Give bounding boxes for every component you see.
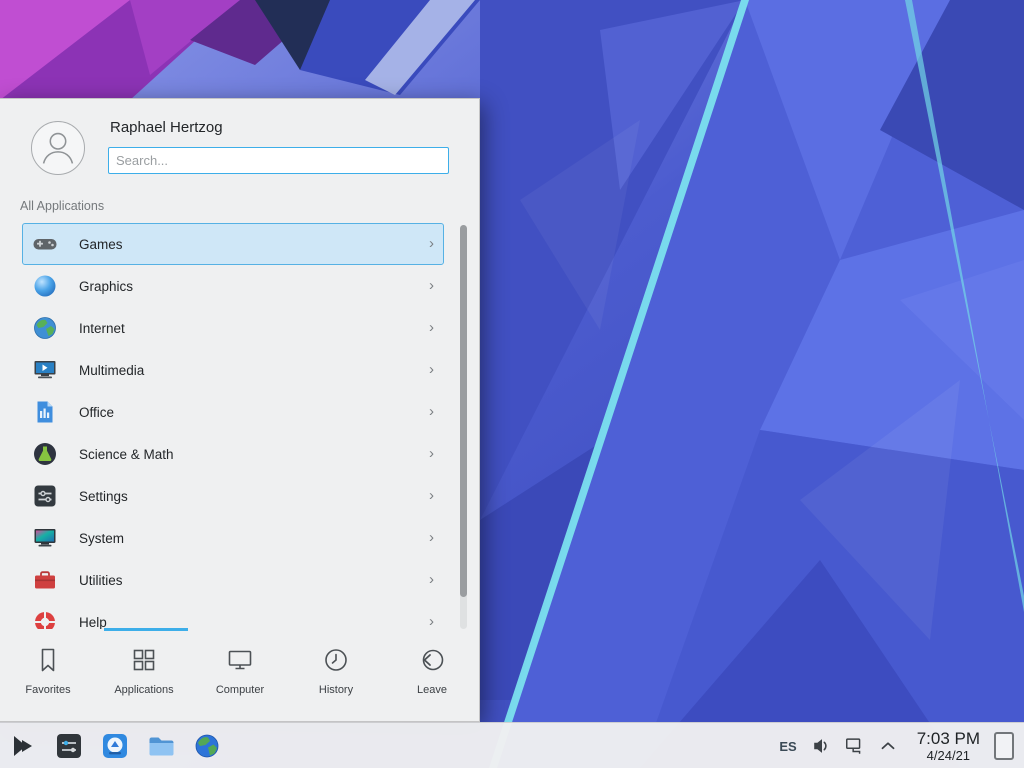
category-help[interactable]: Help ›: [22, 601, 444, 629]
category-graphics[interactable]: Graphics ›: [22, 265, 444, 307]
tab-history[interactable]: History: [288, 631, 384, 723]
category-games[interactable]: Games ›: [22, 223, 444, 265]
category-office[interactable]: Office ›: [22, 391, 444, 433]
web-browser-launcher[interactable]: [192, 731, 222, 761]
submenu-arrow-icon: ›: [429, 235, 434, 252]
app-launcher-button[interactable]: [8, 731, 38, 761]
tab-label: Favorites: [25, 684, 70, 696]
application-launcher-menu: Raphael Hertzog All Applications Games ›: [0, 98, 480, 722]
category-multimedia[interactable]: Multimedia ›: [22, 349, 444, 391]
category-label: Settings: [79, 489, 128, 504]
software-center-launcher[interactable]: [100, 731, 130, 761]
bookmark-icon: [33, 645, 63, 675]
user-icon: [32, 122, 84, 174]
clock-icon: [321, 645, 351, 675]
desktop: Raphael Hertzog All Applications Games ›: [0, 0, 1024, 768]
discover-icon: [100, 731, 130, 761]
submenu-arrow-icon: ›: [429, 403, 434, 420]
tab-leave[interactable]: Leave: [384, 631, 480, 723]
tab-computer[interactable]: Computer: [192, 631, 288, 723]
section-label: All Applications: [20, 199, 104, 213]
submenu-arrow-icon: ›: [429, 529, 434, 546]
category-label: Multimedia: [79, 363, 144, 378]
app-launcher-icon: [8, 731, 38, 761]
category-list: Games › Graphics ›: [0, 223, 480, 629]
tab-label: Computer: [216, 684, 264, 696]
category-label: System: [79, 531, 124, 546]
submenu-arrow-icon: ›: [429, 445, 434, 462]
system-settings-launcher[interactable]: [54, 731, 84, 761]
web-browser-icon: [192, 731, 222, 761]
category-label: Utilities: [79, 573, 123, 588]
category-internet[interactable]: Internet ›: [22, 307, 444, 349]
launcher-tab-bar: Favorites Applications Computer: [0, 631, 480, 723]
digital-clock[interactable]: 7:03 PM 4/24/21: [917, 729, 980, 763]
system-monitor-icon: [31, 524, 59, 552]
speaker-icon: [811, 735, 833, 757]
grid-icon: [129, 645, 159, 675]
submenu-arrow-icon: ›: [429, 319, 434, 336]
scrollbar-track[interactable]: [460, 225, 467, 629]
category-science-math[interactable]: Science & Math ›: [22, 433, 444, 475]
system-settings-icon: [54, 731, 84, 761]
avatar: [31, 121, 85, 175]
submenu-arrow-icon: ›: [429, 613, 434, 629]
science-flask-icon: [31, 440, 59, 468]
category-label: Games: [79, 237, 123, 252]
tab-applications[interactable]: Applications: [96, 631, 192, 723]
category-label: Help: [79, 615, 107, 630]
system-tray: ES 7:03 PM 4/24/21: [779, 723, 1020, 768]
utilities-toolbox-icon: [31, 566, 59, 594]
gamepad-icon: [31, 230, 59, 258]
globe-icon: [31, 314, 59, 342]
clock-date: 4/24/21: [927, 748, 970, 763]
tab-favorites[interactable]: Favorites: [0, 631, 96, 723]
file-manager-launcher[interactable]: [146, 731, 176, 761]
submenu-arrow-icon: ›: [429, 487, 434, 504]
chevron-up-icon: [877, 735, 899, 757]
wired-network-icon: [844, 735, 866, 757]
scrollbar-thumb[interactable]: [460, 225, 467, 597]
submenu-arrow-icon: ›: [429, 277, 434, 294]
category-utilities[interactable]: Utilities ›: [22, 559, 444, 601]
tab-label: Leave: [417, 684, 447, 696]
tab-label: History: [319, 684, 353, 696]
show-desktop-button[interactable]: [994, 732, 1014, 760]
clock-time: 7:03 PM: [917, 729, 980, 748]
search-input[interactable]: [108, 147, 449, 174]
volume-button[interactable]: [810, 734, 834, 758]
graphics-orb-icon: [31, 272, 59, 300]
category-system[interactable]: System ›: [22, 517, 444, 559]
category-label: Graphics: [79, 279, 133, 294]
tray-expander-button[interactable]: [876, 734, 900, 758]
category-label: Office: [79, 405, 114, 420]
category-label: Internet: [79, 321, 125, 336]
category-settings[interactable]: Settings ›: [22, 475, 444, 517]
leave-icon: [417, 645, 447, 675]
panel-launchers: [8, 723, 222, 768]
office-document-icon: [31, 398, 59, 426]
multimedia-monitor-icon: [31, 356, 59, 384]
keyboard-layout-indicator[interactable]: ES: [779, 739, 796, 754]
taskbar-panel: ES 7:03 PM 4/24/21: [0, 722, 1024, 768]
network-button[interactable]: [843, 734, 867, 758]
submenu-arrow-icon: ›: [429, 361, 434, 378]
submenu-arrow-icon: ›: [429, 571, 434, 588]
folder-icon: [146, 731, 176, 761]
tab-label: Applications: [114, 684, 173, 696]
computer-icon: [225, 645, 255, 675]
settings-sliders-icon: [31, 482, 59, 510]
help-lifering-icon: [31, 608, 59, 629]
category-label: Science & Math: [79, 447, 174, 462]
user-name: Raphael Hertzog: [110, 119, 223, 136]
